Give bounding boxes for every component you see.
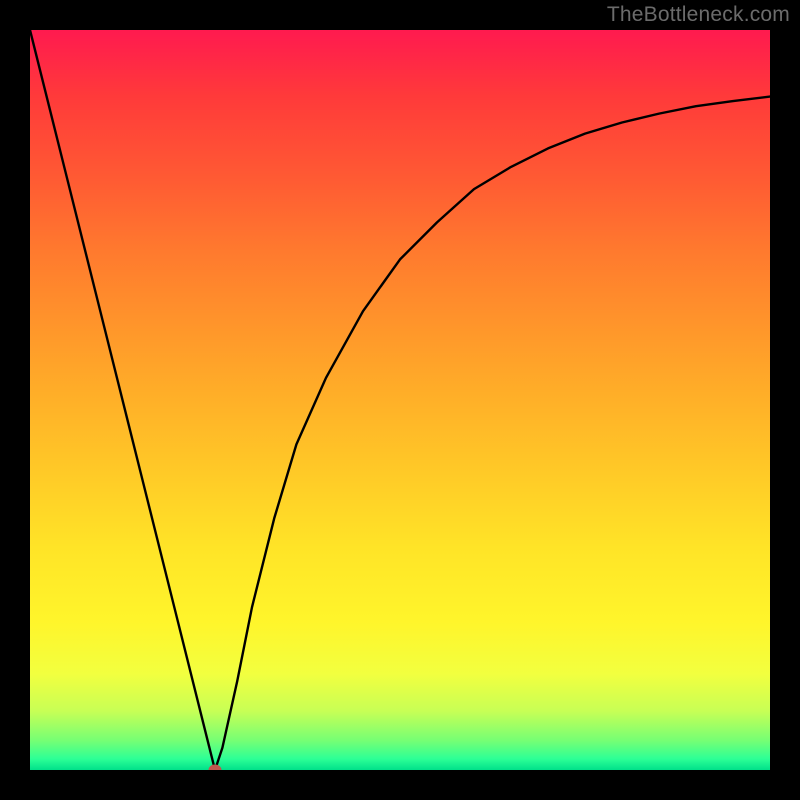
plot-area xyxy=(30,30,770,770)
watermark-text: TheBottleneck.com xyxy=(607,3,790,27)
frame-right xyxy=(770,0,800,800)
frame-left xyxy=(0,0,30,800)
bottleneck-curve xyxy=(30,30,770,770)
frame-bottom xyxy=(0,770,800,800)
